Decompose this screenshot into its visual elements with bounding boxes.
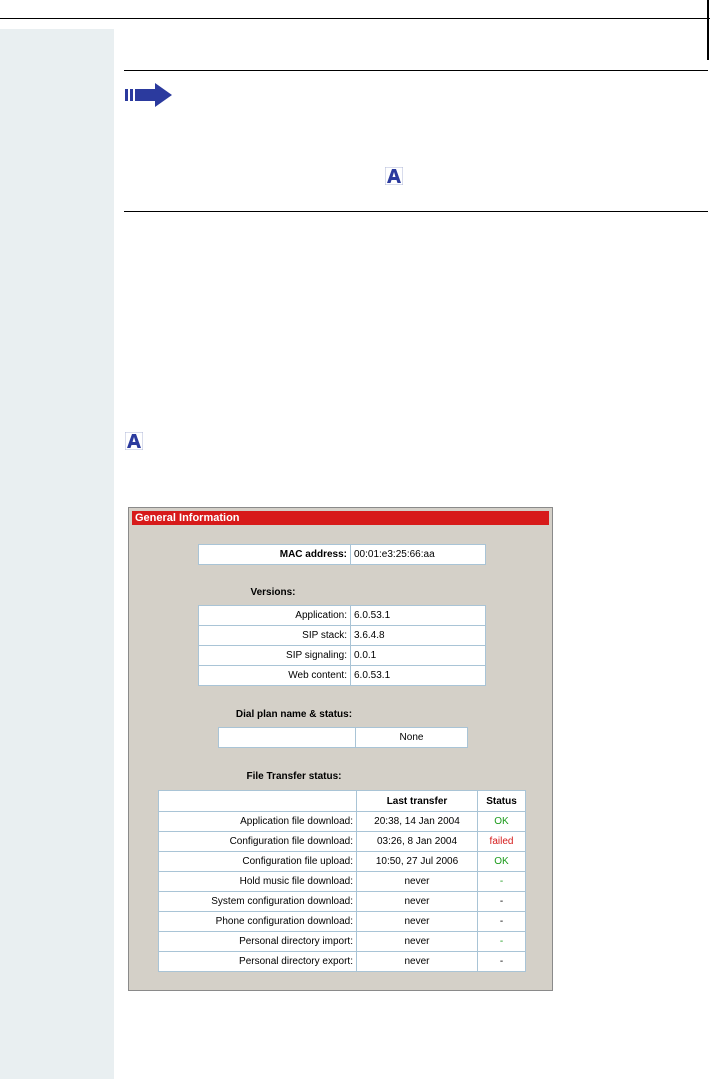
table-row: Configuration file upload: 10:50, 27 Jul…: [158, 851, 526, 872]
transfer-status: failed: [477, 831, 526, 852]
table-row: Configuration file download: 03:26, 8 Ja…: [158, 831, 526, 852]
last-transfer-header: Last transfer: [356, 790, 478, 812]
transfer-label: Hold music file download:: [158, 871, 357, 892]
transfer-label: Configuration file upload:: [158, 851, 357, 872]
versions-heading: Versions:: [250, 587, 296, 598]
table-row: Hold music file download: never -: [158, 871, 526, 892]
file-transfer-table: Last transfer Status Application file do…: [158, 790, 526, 972]
admin-a-icon: [125, 432, 143, 450]
version-value: 6.0.53.1: [350, 665, 486, 686]
version-value: 6.0.53.1: [350, 605, 486, 626]
header-rule: [0, 18, 710, 19]
version-label: SIP stack:: [198, 625, 351, 646]
dial-plan-table: None: [218, 727, 468, 748]
transfer-last: never: [356, 911, 478, 932]
table-row: Phone configuration download: never -: [158, 911, 526, 932]
table-row: Web content: 6.0.53.1: [198, 665, 486, 686]
transfer-status: -: [477, 911, 526, 932]
transfer-status: OK: [477, 811, 526, 832]
general-information-panel: General Information MAC address: 00:01:e…: [128, 507, 553, 991]
versions-table: Application: 6.0.53.1 SIP stack: 3.6.4.8…: [198, 605, 486, 686]
table-row: SIP signaling: 0.0.1: [198, 645, 486, 666]
mac-table: MAC address: 00:01:e3:25:66:aa: [198, 544, 486, 565]
transfer-label: Phone configuration download:: [158, 911, 357, 932]
mac-value: 00:01:e3:25:66:aa: [350, 544, 486, 565]
transfer-label: Personal directory export:: [158, 951, 357, 972]
margin-sidebar: [0, 29, 114, 1079]
transfer-label: Personal directory import:: [158, 931, 357, 952]
transfer-last: never: [356, 891, 478, 912]
transfer-status: -: [477, 871, 526, 892]
note-bottom-rule: [124, 211, 708, 212]
version-label: SIP signaling:: [198, 645, 351, 666]
transfer-last: 03:26, 8 Jan 2004: [356, 831, 478, 852]
page-edge-rule: [707, 0, 709, 60]
table-row: Personal directory import: never -: [158, 931, 526, 952]
status-header: Status: [477, 790, 526, 812]
arrow-note-icon: [125, 83, 172, 107]
transfer-label: Application file download:: [158, 811, 357, 832]
transfer-last: never: [356, 931, 478, 952]
transfer-last: 10:50, 27 Jul 2006: [356, 851, 478, 872]
transfer-label: Configuration file download:: [158, 831, 357, 852]
version-value: 0.0.1: [350, 645, 486, 666]
note-top-rule: [124, 70, 708, 71]
transfer-status: OK: [477, 851, 526, 872]
table-row: Application: 6.0.53.1: [198, 605, 486, 626]
table-row: None: [218, 727, 468, 748]
table-row: Personal directory export: never -: [158, 951, 526, 972]
transfer-last: never: [356, 871, 478, 892]
admin-a-icon: [385, 167, 403, 185]
dial-plan-status: None: [355, 727, 468, 748]
dial-plan-heading: Dial plan name & status:: [235, 709, 353, 720]
version-label: Web content:: [198, 665, 351, 686]
table-header-row: Last transfer Status: [158, 790, 526, 812]
transfer-last: 20:38, 14 Jan 2004: [356, 811, 478, 832]
transfer-status: -: [477, 891, 526, 912]
empty-header: [158, 790, 357, 812]
mac-label: MAC address:: [198, 544, 351, 565]
table-row: SIP stack: 3.6.4.8: [198, 625, 486, 646]
table-row: Application file download: 20:38, 14 Jan…: [158, 811, 526, 832]
panel-title: General Information: [132, 511, 549, 525]
transfer-last: never: [356, 951, 478, 972]
table-row: System configuration download: never -: [158, 891, 526, 912]
version-value: 3.6.4.8: [350, 625, 486, 646]
transfer-status: -: [477, 931, 526, 952]
file-transfer-heading: File Transfer status:: [246, 771, 342, 782]
version-label: Application:: [198, 605, 351, 626]
table-row: MAC address: 00:01:e3:25:66:aa: [198, 544, 486, 565]
dial-plan-name: [218, 727, 356, 748]
transfer-label: System configuration download:: [158, 891, 357, 912]
transfer-status: -: [477, 951, 526, 972]
